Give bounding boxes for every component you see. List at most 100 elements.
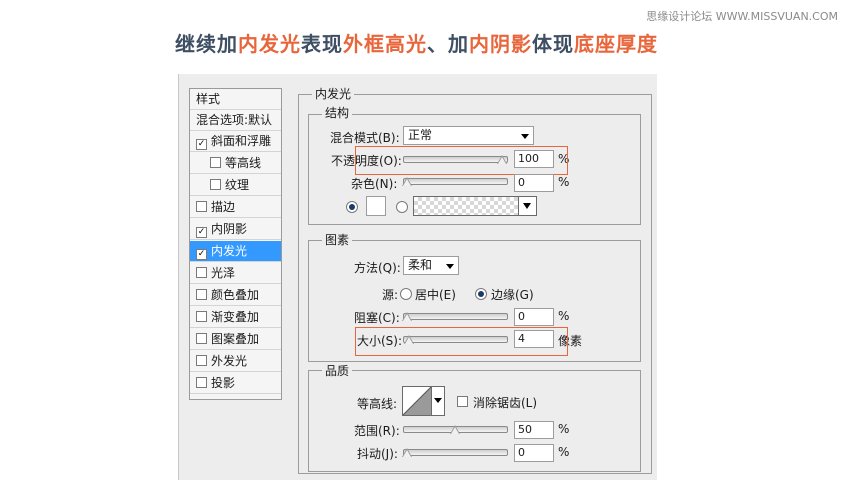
source-center-label[interactable]: 居中(E)	[415, 286, 456, 303]
style-item-label: 斜面和浮雕	[211, 134, 272, 148]
jitter-slider-thumb[interactable]	[402, 448, 412, 457]
noise-input[interactable]: 0	[514, 174, 554, 192]
style-item-label: 内发光	[211, 244, 248, 258]
choke-slider-thumb[interactable]	[402, 312, 412, 321]
style-item[interactable]: 外发光	[190, 351, 281, 372]
style-item[interactable]: 等高线	[190, 153, 281, 174]
contour-preview[interactable]	[402, 386, 432, 416]
antialias-checkbox[interactable]	[457, 396, 468, 407]
headline-segment: 表现	[301, 32, 343, 56]
choke-label: 阻塞(C):	[354, 311, 400, 325]
style-item[interactable]: 光泽	[190, 263, 281, 284]
style-item-label: 颜色叠加	[211, 288, 260, 302]
technique-select[interactable]: 柔和	[403, 256, 459, 275]
contour-label: 等高线:	[357, 397, 398, 411]
style-item[interactable]: 渐变叠加	[190, 307, 281, 328]
chevron-down-icon	[521, 134, 529, 139]
headline-segment: 体现	[532, 32, 574, 56]
style-item-label: 等高线	[225, 156, 262, 170]
checkbox-checked-icon[interactable]: ✓	[196, 227, 207, 238]
choke-unit: %	[558, 309, 570, 323]
noise-label: 杂色(N):	[351, 177, 398, 191]
headline-segment: 继续加	[175, 32, 238, 56]
style-item-label: 描边	[211, 200, 236, 214]
technique-label: 方法(Q):	[354, 261, 401, 275]
headline-segment: 内发光	[238, 32, 301, 56]
jitter-slider[interactable]	[403, 449, 508, 456]
style-item[interactable]: 投影	[190, 373, 281, 394]
checkbox-icon[interactable]	[196, 355, 207, 366]
checkbox-checked-icon[interactable]: ✓	[196, 249, 207, 260]
style-item[interactable]: 图案叠加	[190, 329, 281, 350]
style-item-label: 外发光	[211, 354, 248, 368]
contour-curve-icon	[403, 387, 431, 415]
style-item-label: 内阴影	[211, 222, 248, 236]
style-item-label: 光泽	[211, 266, 236, 280]
contour-picker-button[interactable]	[431, 386, 445, 416]
style-item-label: 渐变叠加	[211, 310, 260, 324]
range-input[interactable]: 50	[514, 421, 554, 439]
styles-list: 样式 混合选项:默认 ✓ 斜面和浮雕等高线纹理描边 ✓ 内阴影 ✓ 内发光光泽颜色叠加渐变…	[189, 88, 282, 400]
jitter-unit: %	[558, 445, 570, 459]
range-slider-thumb[interactable]	[449, 425, 460, 434]
structure-title: 结构	[322, 104, 353, 121]
style-item-label: 图案叠加	[211, 332, 260, 346]
opacity-highlight-box	[355, 146, 568, 175]
chevron-down-icon	[446, 264, 454, 269]
checkbox-icon[interactable]	[196, 377, 207, 388]
choke-input[interactable]: 0	[514, 308, 554, 326]
checkbox-icon[interactable]	[196, 201, 207, 212]
inner-glow-title: 内发光	[312, 85, 355, 102]
watermark-text: 思缘设计论坛 WWW.MISSVUAN.COM	[646, 10, 838, 23]
source-label: 源:	[382, 288, 399, 302]
blend-mode-value: 正常	[408, 128, 433, 142]
blend-mode-label: 混合模式(B):	[330, 131, 400, 145]
gradient-preview[interactable]	[413, 196, 519, 216]
style-item[interactable]: ✓ 内发光	[190, 241, 281, 262]
checkbox-icon[interactable]	[210, 157, 221, 168]
style-item-label: 纹理	[225, 178, 250, 192]
source-center-radio[interactable]	[400, 288, 412, 300]
gradient-picker-button[interactable]	[518, 196, 537, 216]
headline-segment: 内阴影	[469, 32, 532, 56]
jitter-label: 抖动(J):	[357, 447, 398, 461]
quality-title: 品质	[322, 362, 353, 379]
chevron-down-icon	[434, 398, 442, 403]
checkbox-checked-icon[interactable]: ✓	[196, 139, 207, 150]
style-item[interactable]: ✓ 内阴影	[190, 219, 281, 240]
elements-title: 图素	[322, 231, 353, 248]
checkbox-icon[interactable]	[196, 289, 207, 300]
style-item[interactable]: 描边	[190, 197, 281, 218]
headline-segment: 外框高光	[343, 32, 427, 56]
range-label: 范围(R):	[354, 424, 400, 438]
jitter-input[interactable]: 0	[514, 444, 554, 462]
source-edge-label[interactable]: 边缘(G)	[491, 286, 534, 303]
blend-options-default[interactable]: 混合选项:默认	[190, 110, 281, 131]
noise-slider[interactable]	[403, 178, 508, 185]
gradient-radio[interactable]	[396, 201, 408, 213]
source-edge-radio[interactable]	[475, 288, 487, 300]
headline-segment: 底座厚度	[574, 32, 658, 56]
technique-value: 柔和	[408, 258, 433, 272]
noise-unit: %	[558, 175, 570, 189]
headline-segment: 、加	[427, 32, 469, 56]
solid-color-radio[interactable]	[346, 201, 358, 213]
style-item-label: 投影	[211, 376, 236, 390]
style-item[interactable]: ✓ 斜面和浮雕	[190, 131, 281, 152]
headline: 继续加内发光表现外框高光、加内阴影体现底座厚度	[175, 28, 658, 57]
style-item[interactable]: 颜色叠加	[190, 285, 281, 306]
styles-header[interactable]: 样式	[190, 89, 281, 110]
blend-mode-select[interactable]: 正常	[403, 126, 534, 145]
size-highlight-box	[355, 327, 568, 356]
checkbox-icon[interactable]	[196, 267, 207, 278]
range-unit: %	[558, 422, 570, 436]
glow-color-swatch[interactable]	[366, 196, 386, 216]
style-item[interactable]: 纹理	[190, 175, 281, 196]
antialias-label[interactable]: 消除锯齿(L)	[473, 394, 537, 411]
chevron-down-icon	[523, 203, 531, 209]
checkbox-icon[interactable]	[196, 311, 207, 322]
noise-slider-thumb[interactable]	[402, 177, 412, 186]
checkbox-icon[interactable]	[196, 333, 207, 344]
choke-slider[interactable]	[403, 313, 508, 320]
checkbox-icon[interactable]	[210, 179, 221, 190]
